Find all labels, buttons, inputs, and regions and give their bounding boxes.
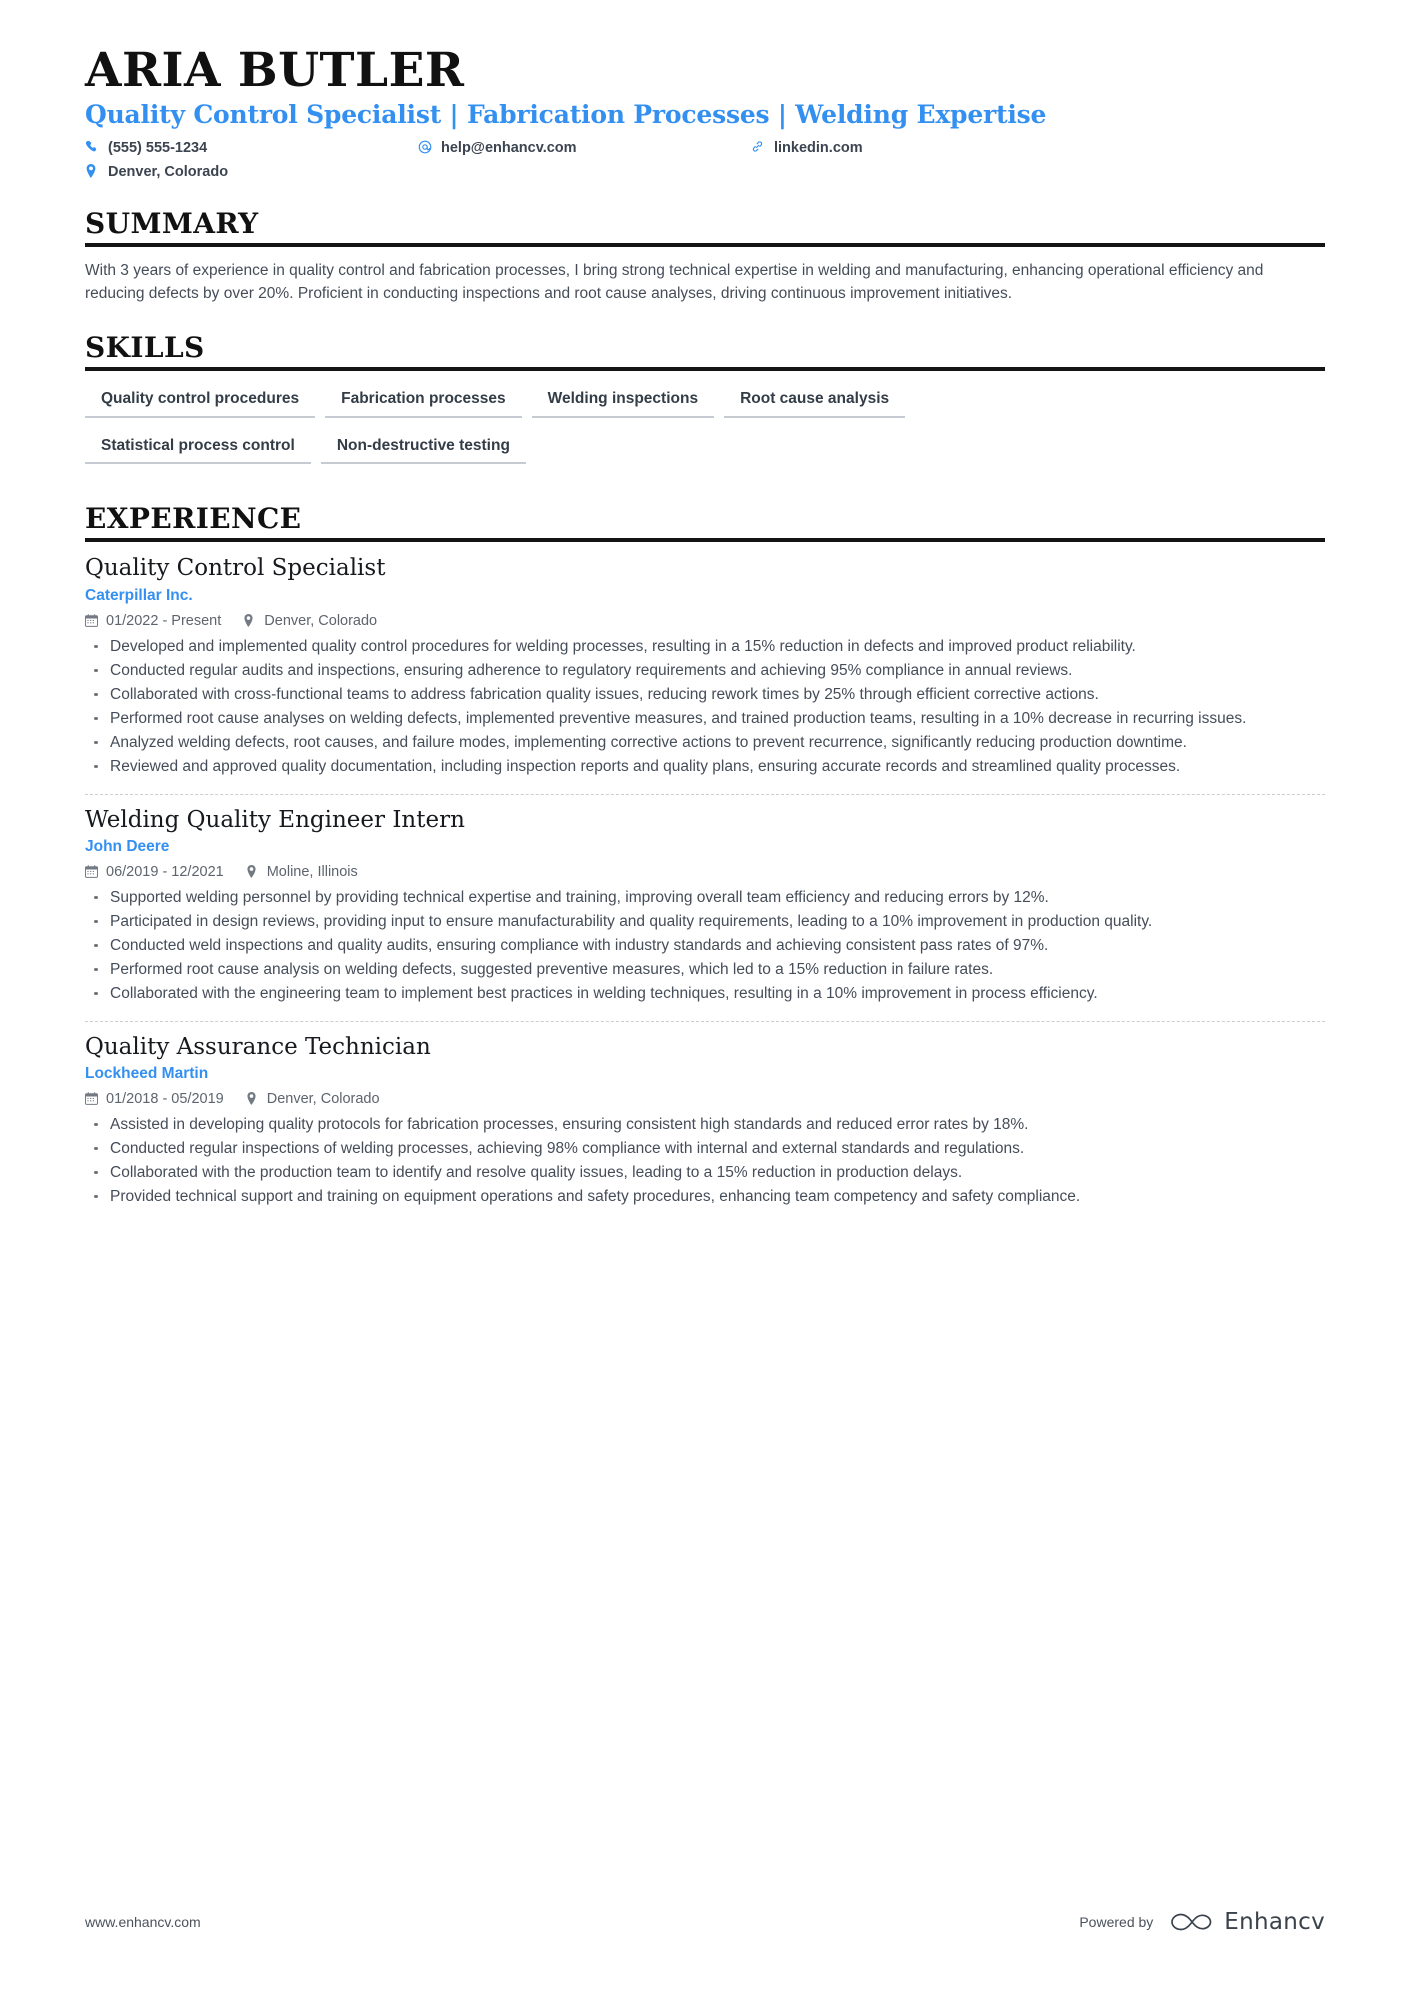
job-dates-text: 06/2019 - 12/2021 [106,863,224,880]
bullet-item: Analyzed welding defects, root causes, a… [85,732,1325,754]
calendar-icon [85,865,100,879]
bullet-item: Performed root cause analysis on welding… [85,959,1325,981]
contact-location: Denver, Colorado [85,163,418,182]
job-title: Quality Assurance Technician [85,1033,431,1060]
job-meta: 01/2022 - Present Denver, Colorado [85,613,1325,629]
skill-chip: Non-destructive testing [320,431,526,465]
contact-location-text: Denver, Colorado [108,164,229,181]
bullet-item: Supported welding personnel by providing… [85,887,1325,909]
contact-details: (555) 555-1234 help@enhancv.com linkedin… [85,139,1085,183]
bullet-item: Collaborated with the production team to… [85,1162,1325,1184]
job-company[interactable]: Caterpillar Inc. [85,587,1325,606]
footer-brand: Powered by Enhancv [1079,1909,1325,1935]
job-location: Moline, Illinois [246,864,358,880]
job-bullets: Supported welding personnel by providing… [85,887,1325,1005]
bullet-item: Collaborated with the engineering team t… [85,983,1325,1005]
bullet-item: Developed and implemented quality contro… [85,636,1325,658]
contact-phone-text: (555) 555-1234 [108,139,208,156]
skills-list: Quality control procedures Fabrication p… [85,384,1325,477]
bullet-item: Collaborated with cross-functional teams… [85,684,1325,706]
page-footer: www.enhancv.com Powered by Enhancv [85,1909,1325,1935]
bullet-item: Conducted regular audits and inspections… [85,660,1325,682]
contact-email[interactable]: help@enhancv.com [418,139,751,158]
email-icon [418,140,436,154]
calendar-icon [85,1092,100,1106]
calendar-icon [85,614,100,627]
job-dates: 06/2019 - 12/2021 [85,864,224,880]
job-meta: 06/2019 - 12/2021 Moline, Illinois [85,864,1325,880]
job-bullets: Assisted in developing quality protocols… [85,1114,1325,1208]
skill-chip: Quality control procedures [85,384,316,418]
job-dates-text: 01/2022 - Present [106,612,222,629]
job-title: Welding Quality Engineer Intern [85,806,465,833]
experience-entry: Welding Quality Engineer Intern John Dee… [85,793,1325,1013]
skill-chip: Root cause analysis [724,384,906,418]
page-title: ARIA BUTLER [85,43,465,98]
section-divider [85,243,1325,248]
experience-entry: Quality Assurance Technician Lockheed Ma… [85,1020,1325,1216]
bullet-item: Performed root cause analyses on welding… [85,708,1325,730]
contact-linkedin[interactable]: linkedin.com [751,139,1084,158]
skill-chip: Fabrication processes [325,384,522,418]
footer-website-url[interactable]: www.enhancv.com [85,1914,201,1930]
professional-headline: Quality Control Specialist | Fabrication… [85,99,1047,129]
link-icon [751,140,769,153]
job-meta: 01/2018 - 05/2019 Denver, Colorado [85,1091,1325,1107]
brand-name: Enhancv [1224,1909,1325,1935]
bullet-item: Conducted weld inspections and quality a… [85,935,1325,957]
job-dates-text: 01/2018 - 05/2019 [106,1090,224,1107]
bullet-item: Assisted in developing quality protocols… [85,1114,1325,1136]
resume-page: ARIA BUTLER Quality Control Specialist |… [0,0,1410,1995]
skill-chip: Statistical process control [85,431,311,465]
job-bullets: Developed and implemented quality contro… [85,636,1325,778]
job-dates: 01/2022 - Present [85,613,221,629]
skill-chip: Welding inspections [531,384,715,418]
job-location-text: Moline, Illinois [266,863,358,880]
job-location: Denver, Colorado [246,1091,380,1107]
phone-icon [85,140,103,153]
powered-by-label: Powered by [1079,1914,1154,1930]
contact-linkedin-text: linkedin.com [774,139,863,156]
enhancv-logo-icon [1169,1909,1215,1935]
bullet-item: Reviewed and approved quality documentat… [85,756,1325,778]
section-divider [85,367,1325,372]
location-icon [246,1092,261,1106]
section-skills: SKILLS Quality control procedures Fabric… [85,332,1325,477]
bullet-item: Conducted regular inspections of welding… [85,1138,1325,1160]
job-company[interactable]: Lockheed Martin [85,1065,1325,1084]
job-location: Denver, Colorado [243,613,377,629]
contact-phone[interactable]: (555) 555-1234 [85,139,418,158]
summary-text: With 3 years of experience in quality co… [85,262,1264,303]
section-divider [85,538,1325,543]
bullet-item: Provided technical support and training … [85,1186,1325,1208]
section-title-experience: EXPERIENCE [85,502,302,536]
experience-entry: Quality Control Specialist Caterpillar I… [85,555,1325,785]
location-icon [243,614,258,627]
job-company[interactable]: John Deere [85,838,1325,857]
job-location-text: Denver, Colorado [264,612,378,629]
section-title-skills: SKILLS [85,331,205,365]
resume-header: ARIA BUTLER Quality Control Specialist |… [85,0,1325,182]
section-summary: SUMMARY With 3 years of experience in qu… [85,207,1325,306]
location-icon [246,865,261,879]
bullet-item: Participated in design reviews, providin… [85,911,1325,933]
section-title-summary: SUMMARY [85,207,259,241]
location-icon [85,164,103,179]
contact-email-text: help@enhancv.com [441,139,577,156]
section-experience: EXPERIENCE Quality Control Specialist Ca… [85,502,1325,1216]
job-dates: 01/2018 - 05/2019 [85,1091,224,1107]
job-location-text: Denver, Colorado [266,1090,380,1107]
job-title: Quality Control Specialist [85,555,386,582]
